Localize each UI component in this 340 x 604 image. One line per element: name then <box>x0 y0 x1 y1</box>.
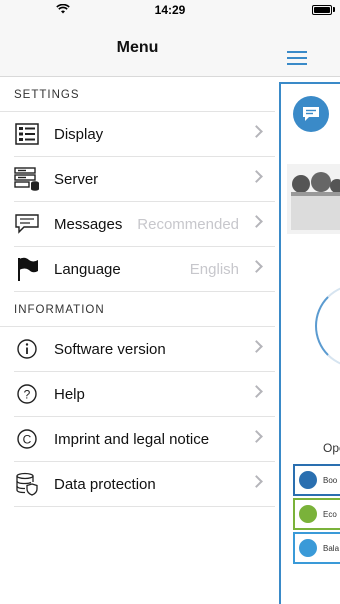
menu-item-value: Recommended <box>137 215 239 233</box>
menu-item-language[interactable]: Language English <box>14 247 275 292</box>
help-icon: ? <box>14 381 40 407</box>
mode-label: Bala <box>323 543 340 553</box>
battery-icon <box>312 5 332 15</box>
mode-boost-button[interactable]: Boo <box>293 464 340 496</box>
mode-label: Boo <box>323 475 338 485</box>
menu-item-label: Data protection <box>54 475 156 493</box>
menu-item-label: Software version <box>54 340 166 358</box>
menu-panel: Menu SETTINGS Display Server Messages Re… <box>0 20 276 604</box>
svg-text:?: ? <box>24 388 31 402</box>
hamburger-menu-icon[interactable] <box>287 51 307 69</box>
menu-title: Menu <box>116 39 159 56</box>
menu-item-label: Help <box>54 385 85 403</box>
compressor-image <box>287 164 340 234</box>
app-nav-bar <box>275 20 340 77</box>
menu-item-label: Language <box>54 260 121 278</box>
chevron-right-icon <box>250 215 263 228</box>
menu-item-label: Server <box>54 170 99 188</box>
menu-item-messages[interactable]: Messages Recommended <box>14 202 275 247</box>
menu-item-software-version[interactable]: Software version <box>14 327 275 372</box>
menu-item-label: Display <box>54 125 104 143</box>
mode-indicator-icon <box>297 537 319 559</box>
menu-item-help[interactable]: ? Help <box>14 372 275 417</box>
menu-item-label: Messages <box>54 215 123 233</box>
menu-item-data-protection[interactable]: Data protection <box>14 462 275 507</box>
menu-item-display[interactable]: Display <box>14 112 275 157</box>
display-icon <box>14 121 40 147</box>
mode-indicator-icon <box>297 503 319 525</box>
mode-eco-button[interactable]: Eco <box>293 498 340 530</box>
menu-header: Menu <box>0 20 275 77</box>
gauge-arc <box>315 284 340 368</box>
app-content-frame: Ope Boo Eco Bala <box>279 82 340 604</box>
chevron-right-icon <box>250 260 263 273</box>
server-icon <box>14 166 40 192</box>
message-bubble-icon[interactable] <box>293 96 329 132</box>
chevron-right-icon <box>250 430 263 443</box>
copyright-icon: C <box>14 426 40 452</box>
menu-item-label: Imprint and legal notice <box>54 430 210 448</box>
mode-balance-button[interactable]: Bala <box>293 532 340 564</box>
flag-icon <box>14 256 40 282</box>
section-title-settings: SETTINGS <box>0 77 275 112</box>
chevron-right-icon <box>250 340 263 353</box>
svg-text:C: C <box>23 433 32 447</box>
data-protection-icon <box>14 471 40 497</box>
operation-label: Ope <box>323 441 340 455</box>
info-icon <box>14 336 40 362</box>
messages-icon <box>14 211 40 237</box>
background-app: Ope Boo Eco Bala <box>275 20 340 604</box>
menu-item-value: English <box>189 260 239 278</box>
section-title-information: INFORMATION <box>0 292 275 327</box>
status-bar: 14:29 <box>0 0 340 20</box>
status-time: 14:29 <box>154 3 186 17</box>
chevron-right-icon <box>250 475 263 488</box>
menu-item-server[interactable]: Server <box>14 157 275 202</box>
menu-item-imprint[interactable]: C Imprint and legal notice <box>14 417 275 462</box>
mode-label: Eco <box>323 509 337 519</box>
mode-indicator-icon <box>297 469 319 491</box>
chevron-right-icon <box>250 385 263 398</box>
chevron-right-icon <box>250 125 263 138</box>
chevron-right-icon <box>250 170 263 183</box>
